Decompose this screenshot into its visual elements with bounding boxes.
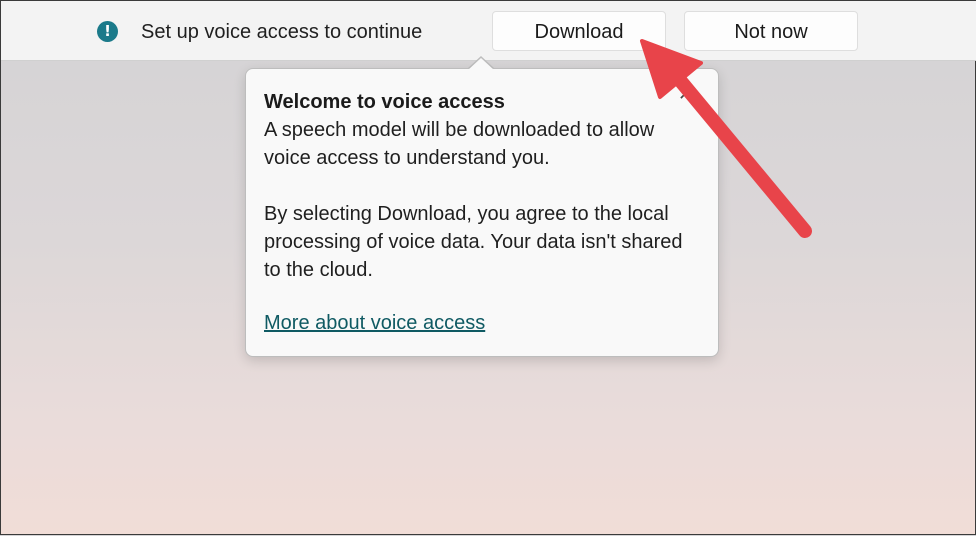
flyout-paragraph-privacy: By selecting Download, you agree to the … xyxy=(264,203,683,281)
notification-message: Set up voice access to continue xyxy=(141,21,423,43)
welcome-flyout: Welcome to voice access ✕ A speech model… xyxy=(245,68,719,357)
more-about-voice-access-link[interactable]: More about voice access xyxy=(264,312,485,335)
flyout-title: Welcome to voice access xyxy=(264,91,505,113)
flyout-paragraph-download-info: A speech model will be downloaded to all… xyxy=(264,119,655,169)
flyout-beak xyxy=(468,58,494,70)
not-now-button[interactable]: Not now xyxy=(684,11,858,51)
voice-access-notification-bar: ! Set up voice access to continue Downlo… xyxy=(1,1,976,61)
info-icon: ! xyxy=(97,21,118,42)
close-icon[interactable]: ✕ xyxy=(678,86,694,104)
download-button[interactable]: Download xyxy=(492,11,666,51)
